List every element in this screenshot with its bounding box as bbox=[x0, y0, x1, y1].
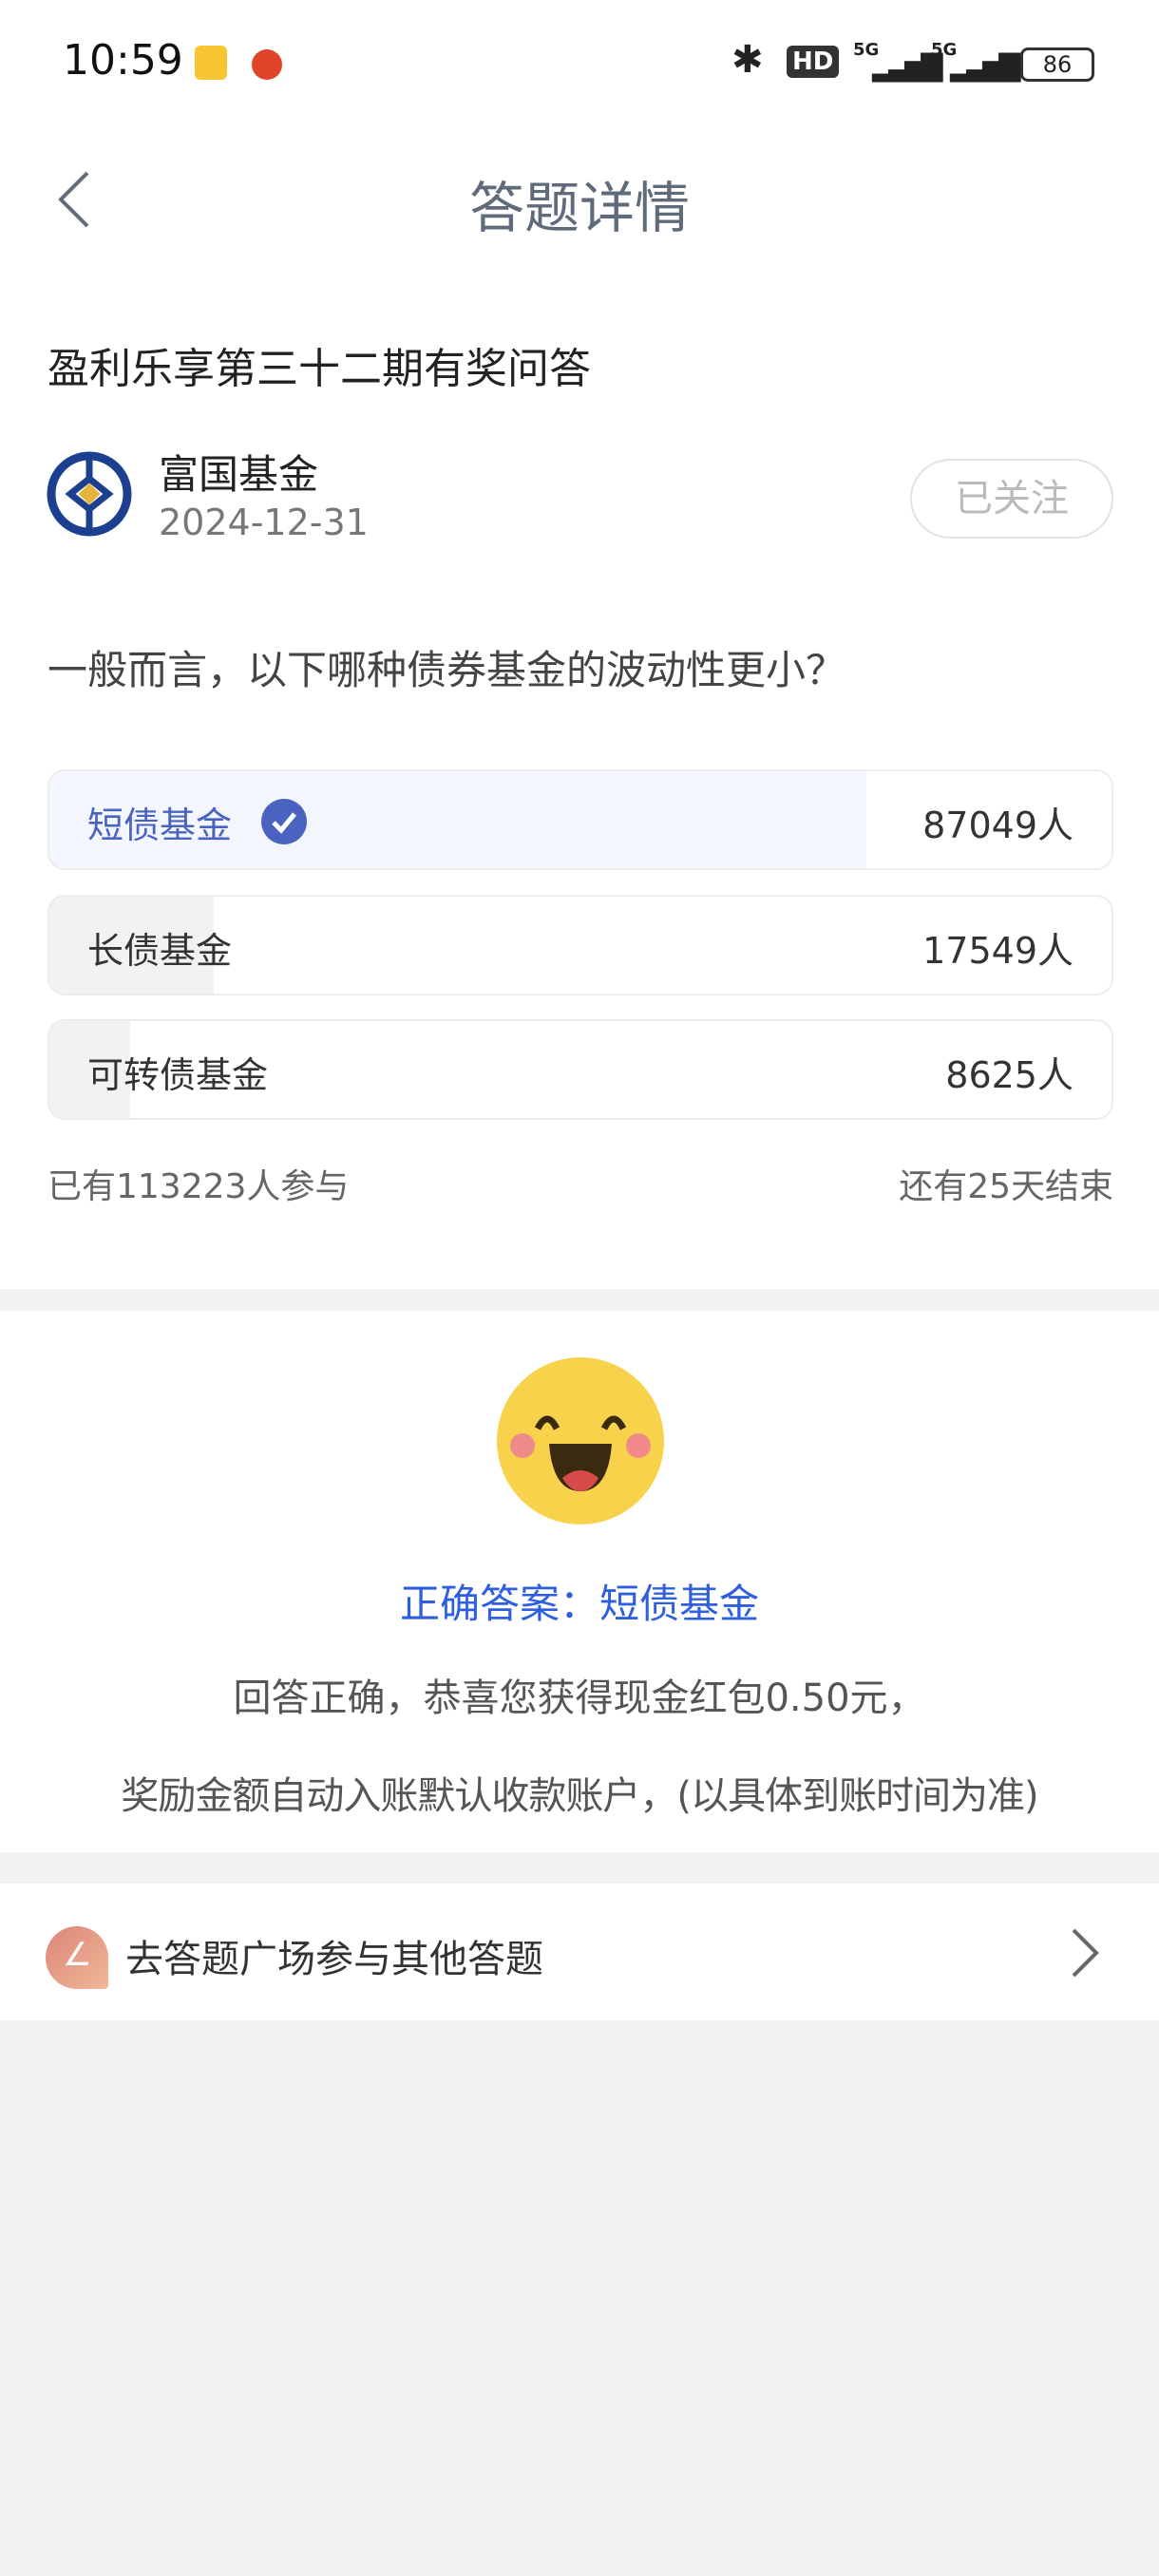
option-convertible-bond[interactable]: 可转债基金 8625人 bbox=[48, 1019, 1113, 1120]
quiz-title: 盈利乐享第三十二期有奖问答 bbox=[48, 345, 591, 393]
smiley-emoji-icon bbox=[497, 1357, 664, 1525]
participants-count: 已有113223人参与 bbox=[48, 1167, 350, 1206]
reward-message: 回答正确，恭喜您获得现金红包0.50元， bbox=[233, 1676, 926, 1720]
page-title: 答题详情 bbox=[468, 176, 690, 240]
option-count: 17549人 bbox=[922, 930, 1074, 972]
publisher-logo bbox=[47, 451, 132, 537]
remaining-time: 还有25天结束 bbox=[899, 1167, 1113, 1206]
app-notification-icon bbox=[252, 49, 282, 80]
option-count: 87049人 bbox=[922, 805, 1074, 846]
reward-note: 奖励金额自动入账默认收款账户，(以具体到账时间为准) bbox=[121, 1774, 1038, 1818]
option-label: 短债基金 bbox=[87, 805, 233, 846]
battery-icon: 86 bbox=[1020, 47, 1094, 82]
option-short-bond[interactable]: 短债基金 87049人 bbox=[48, 769, 1113, 870]
signal-icon: ▂▃▅▇ bbox=[872, 49, 942, 83]
question-text: 一般而言，以下哪种债券基金的波动性更小？ bbox=[48, 647, 846, 693]
bluetooth-icon: ✱ bbox=[732, 38, 764, 82]
follow-button[interactable]: 已关注 bbox=[910, 459, 1113, 539]
check-circle-icon bbox=[261, 799, 307, 844]
publisher-name: 富国基金 bbox=[159, 451, 319, 498]
quiz-square-link-label[interactable]: 去答题广场参与其他答题 bbox=[125, 1928, 543, 1983]
correct-answer: 正确答案：短债基金 bbox=[399, 1581, 759, 1627]
option-label: 可转债基金 bbox=[87, 1054, 269, 1096]
signal-icon: ▂▃▅▇ bbox=[950, 49, 1020, 83]
option-count: 8625人 bbox=[945, 1054, 1074, 1096]
app-notification-icon bbox=[195, 46, 227, 80]
hd-badge: HD bbox=[787, 46, 840, 78]
status-time: 10:59 bbox=[63, 36, 183, 85]
publish-date: 2024-12-31 bbox=[159, 502, 369, 543]
option-label: 长债基金 bbox=[87, 930, 233, 972]
chevron-right-icon[interactable] bbox=[1070, 1926, 1102, 1979]
option-long-bond[interactable]: 长债基金 17549人 bbox=[48, 895, 1113, 995]
pencil-icon: ∠ bbox=[46, 1926, 108, 1989]
battery-level: 86 bbox=[1042, 51, 1073, 78]
